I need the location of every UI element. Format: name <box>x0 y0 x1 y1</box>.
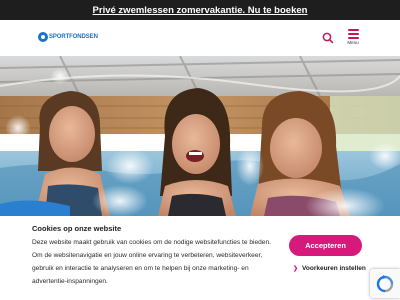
hero-image <box>0 56 400 216</box>
menu-label: Menu <box>347 39 359 45</box>
search-button[interactable] <box>320 30 336 46</box>
cookie-banner-title: Cookies op onze website <box>32 224 122 233</box>
promo-banner: Privé zwemlessen zomervakantie. Nu te bo… <box>0 0 400 20</box>
recaptcha-icon <box>376 274 394 292</box>
site-header: SPORTFONDSEN Menu <box>0 20 400 56</box>
cookie-preferences-link[interactable]: ❯ Voorkeuren instellen <box>293 265 366 272</box>
recaptcha-badge[interactable] <box>370 269 400 298</box>
promo-link[interactable]: Privé zwemlessen zomervakantie. Nu te bo… <box>93 5 308 16</box>
chevron-right-icon: ❯ <box>293 266 299 272</box>
cookie-banner-text: Deze website maakt gebruik van cookies o… <box>32 239 271 285</box>
logo-mark-icon <box>38 32 48 42</box>
swimming-children-photo <box>0 56 400 216</box>
search-icon <box>322 32 334 44</box>
cookie-banner: Cookies op onze website Deze website maa… <box>0 216 400 300</box>
page: Privé zwemlessen zomervakantie. Nu te bo… <box>0 0 400 300</box>
logo-text: SPORTFONDSEN <box>49 34 98 40</box>
accept-cookies-button[interactable]: Accepteren <box>289 235 362 256</box>
cookie-preferences-label: Voorkeuren instellen <box>302 265 366 272</box>
menu-button[interactable]: Menu <box>342 27 364 49</box>
site-logo[interactable]: SPORTFONDSEN <box>38 31 98 43</box>
